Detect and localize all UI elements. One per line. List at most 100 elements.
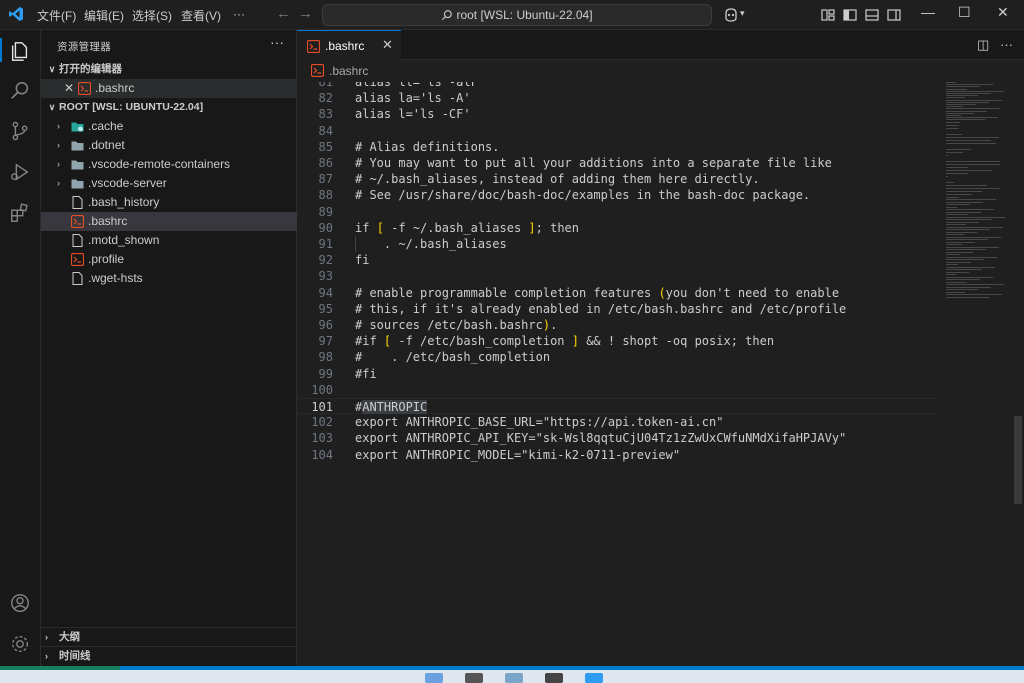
settings-gear-icon[interactable]: [9, 633, 31, 655]
tree-item-dotnet[interactable]: › .dotnet: [41, 136, 297, 155]
sidebar-more-actions[interactable]: ···: [270, 34, 284, 50]
code-line[interactable]: 104 export ANTHROPIC_MODEL="kimi-k2-0711-…: [297, 447, 937, 463]
code-line[interactable]: 87 # ~/.bash_aliases, instead of adding t…: [297, 171, 937, 187]
minimap-line: [946, 264, 958, 265]
toggle-primary-sidebar-icon[interactable]: [842, 7, 858, 23]
app-icon[interactable]: [545, 673, 563, 683]
root-folder-header[interactable]: ∨ ROOT [WSL: UBUNTU-22.04]: [41, 98, 297, 117]
code-line[interactable]: 84: [297, 123, 937, 139]
minimap-line: [946, 284, 1004, 285]
code-editor[interactable]: 81 alias ll='ls -alF' 82 alias la='ls -A' 83…: [297, 82, 937, 666]
code-line[interactable]: 100: [297, 382, 937, 398]
code-line[interactable]: 98 # . /etc/bash_completion: [297, 349, 937, 365]
line-number: 100: [311, 382, 333, 397]
minimap[interactable]: [944, 82, 1012, 298]
tree-item-wget-hsts[interactable]: .wget-hsts: [41, 269, 297, 288]
code-line[interactable]: 97 #if [ -f /etc/bash_completion ] && ! s…: [297, 333, 937, 349]
code-line[interactable]: 103 export ANTHROPIC_API_KEY="sk-Wsl8qqtu…: [297, 430, 937, 446]
minimap-line: [946, 155, 948, 156]
menu-more[interactable]: ···: [233, 7, 245, 21]
breadcrumb-item[interactable]: .bashrc: [329, 64, 368, 78]
code-line[interactable]: 101 #ANTHROPIC: [297, 398, 937, 414]
tree-item-vscode-server[interactable]: › .vscode-server: [41, 174, 297, 193]
code-line[interactable]: 95 # this, if it's already enabled in /et…: [297, 301, 937, 317]
customize-layout-icon[interactable]: [820, 7, 836, 23]
close-editor-icon[interactable]: ✕: [64, 79, 74, 98]
code-line[interactable]: 82 alias la='ls -A': [297, 90, 937, 106]
tree-item-bashrc[interactable]: .bashrc: [41, 212, 297, 231]
accounts-icon[interactable]: [9, 592, 31, 614]
minimap-line: [946, 90, 1004, 92]
outline-section[interactable]: › 大纲: [41, 627, 297, 647]
code-line[interactable]: 93: [297, 268, 937, 284]
tab-bashrc[interactable]: .bashrc ✕: [297, 30, 401, 60]
tree-item-motd-shown[interactable]: .motd_shown: [41, 231, 297, 250]
open-editors-label: 打开的编辑器: [59, 63, 122, 75]
minimap-line: [946, 82, 956, 83]
code-line[interactable]: 86 # You may want to put all your additio…: [297, 155, 937, 171]
vscode-taskbar-icon[interactable]: [585, 673, 603, 683]
tree-item-cache[interactable]: › .cache: [41, 117, 297, 136]
code-line[interactable]: 85 # Alias definitions.: [297, 139, 937, 155]
editor-more-actions[interactable]: ···: [1000, 37, 1013, 52]
line-number: 89: [318, 204, 333, 219]
copilot-icon[interactable]: [723, 7, 739, 23]
chevron-down-icon: ∨: [48, 102, 56, 112]
code-line[interactable]: 90 if [ -f ~/.bash_aliases ]; then: [297, 220, 937, 236]
code-line[interactable]: 91 . ~/.bash_aliases: [297, 236, 937, 252]
code-line[interactable]: 88 # See /usr/share/doc/bash-doc/examples…: [297, 187, 937, 203]
back-arrow-icon[interactable]: ←: [276, 5, 291, 22]
explorer-icon[interactable]: [9, 40, 31, 62]
toggle-secondary-sidebar-icon[interactable]: [886, 7, 902, 23]
code-line[interactable]: 89: [297, 204, 937, 220]
menu-selection[interactable]: 选择(S): [132, 7, 172, 24]
open-editors-header[interactable]: ∨ 打开的编辑器: [41, 60, 297, 79]
line-text: alias la='ls -A': [355, 91, 471, 106]
run-debug-icon[interactable]: [9, 161, 31, 183]
minimap-line: [946, 188, 1001, 189]
line-number: 93: [318, 269, 333, 284]
split-editor-icon[interactable]: ◫: [977, 37, 989, 53]
menu-edit[interactable]: 编辑(E): [84, 7, 124, 24]
command-center[interactable]: root [WSL: Ubuntu-22.04]: [322, 4, 712, 26]
menu-view[interactable]: 查看(V): [181, 7, 221, 24]
code-line[interactable]: 94 # enable programmable completion featu…: [297, 285, 937, 301]
code-line[interactable]: 102 export ANTHROPIC_BASE_URL="https://ap…: [297, 414, 937, 430]
minimap-line: [946, 86, 980, 88]
search-icon[interactable]: [9, 80, 31, 102]
open-editor-item[interactable]: ✕ .bashrc: [41, 79, 297, 98]
minimap-line: [946, 164, 1001, 165]
scroll-thumb[interactable]: [1014, 416, 1022, 504]
toggle-panel-icon[interactable]: [864, 7, 880, 23]
minimap-line: [946, 281, 967, 283]
close-window-button[interactable]: ✕: [997, 4, 1009, 21]
forward-arrow-icon[interactable]: →: [298, 5, 313, 22]
minimize-button[interactable]: —: [921, 4, 935, 20]
line-number: 95: [318, 301, 333, 316]
timeline-section[interactable]: › 时间线: [41, 646, 297, 666]
minimap-line: [946, 229, 990, 230]
start-icon[interactable]: [425, 673, 443, 683]
tree-item-profile[interactable]: .profile: [41, 250, 297, 269]
code-line[interactable]: 96 # sources /etc/bash.bashrc).: [297, 317, 937, 333]
source-control-icon[interactable]: [9, 120, 31, 142]
search-icon[interactable]: [465, 673, 483, 683]
minimap-line: [946, 249, 986, 250]
tree-item-bash-history[interactable]: .bash_history: [41, 193, 297, 212]
menu-file[interactable]: 文件(F): [37, 7, 76, 24]
code-line[interactable]: 81 alias ll='ls -alF': [297, 82, 937, 90]
task-view-icon[interactable]: [505, 673, 523, 683]
tab-close-icon[interactable]: ✕: [382, 37, 393, 53]
code-line[interactable]: 99 #fi: [297, 366, 937, 382]
tree-item-vscode-remote-containers[interactable]: › .vscode-remote-containers: [41, 155, 297, 174]
extensions-icon[interactable]: [9, 202, 31, 224]
file-icon: [72, 196, 83, 209]
shell-file-icon: [78, 82, 91, 95]
code-line[interactable]: 92 fi: [297, 252, 937, 268]
editor-scrollbar[interactable]: [1012, 82, 1024, 666]
minimap-line: [946, 106, 963, 108]
maximize-button[interactable]: ☐: [958, 4, 971, 21]
copilot-chevron-icon[interactable]: ▾: [740, 8, 745, 19]
vscode-logo-icon[interactable]: [8, 6, 24, 22]
code-line[interactable]: 83 alias l='ls -CF': [297, 106, 937, 122]
